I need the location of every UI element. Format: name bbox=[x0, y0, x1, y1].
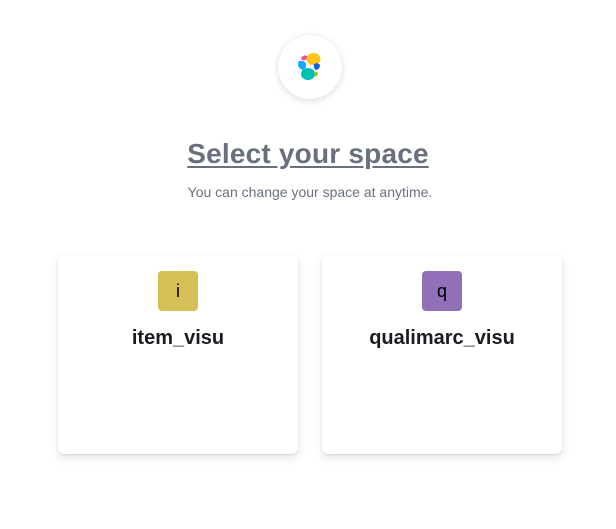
space-name: qualimarc_visu bbox=[369, 327, 515, 349]
space-avatar-initial: q bbox=[436, 280, 447, 301]
space-card-item-visu[interactable]: i item_visu bbox=[58, 255, 298, 454]
space-avatar: q bbox=[422, 271, 462, 311]
space-avatar-initial: i bbox=[176, 280, 180, 301]
logo-badge bbox=[278, 35, 342, 99]
elastic-logo-icon bbox=[298, 53, 321, 80]
space-selector-page: Select your space You can change your sp… bbox=[0, 0, 616, 529]
page-subtitle: You can change your space at anytime. bbox=[187, 184, 433, 200]
space-name: item_visu bbox=[131, 327, 225, 349]
space-card-qualimarc-visu[interactable]: q qualimarc_visu bbox=[322, 255, 562, 454]
space-avatar: i bbox=[158, 271, 198, 311]
page-title: Select your space bbox=[187, 138, 429, 169]
